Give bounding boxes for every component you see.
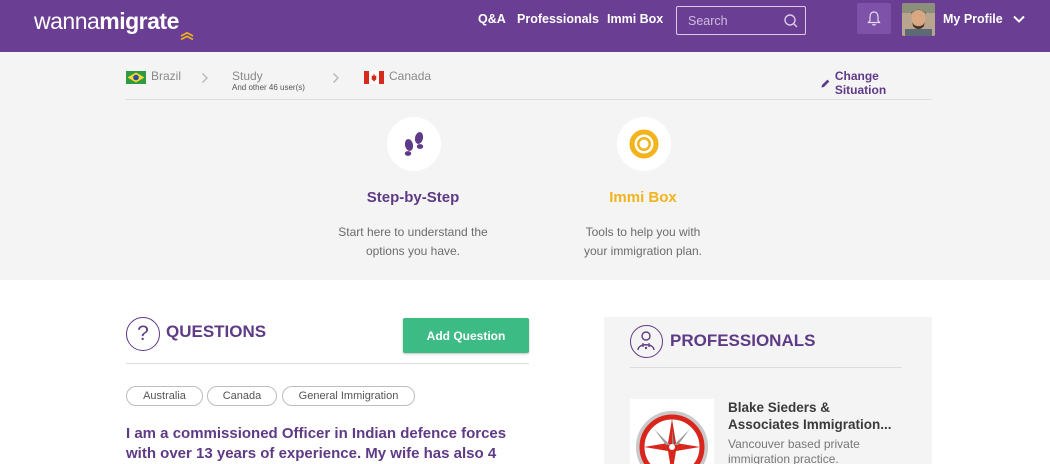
- breadcrumb: Brazil Study And other 46 user(s) Canada…: [126, 68, 932, 100]
- brazil-flag-icon: [126, 71, 146, 84]
- tag-canada[interactable]: Canada: [207, 386, 277, 406]
- professional-person-icon: [630, 325, 663, 358]
- immi-box-desc: Tools to help you with your immigration …: [583, 225, 703, 258]
- professionals-divider: [630, 367, 902, 368]
- change-situation-link[interactable]: Change Situation: [820, 69, 932, 97]
- professional-logo[interactable]: [630, 399, 714, 464]
- questions-divider: [126, 363, 529, 364]
- tag-australia[interactable]: Australia: [126, 386, 203, 406]
- step-by-step-desc: Start here to understand the options you…: [338, 225, 488, 258]
- professionals-card: PROFESSIONALS Blake Sieders & Associates…: [604, 317, 932, 464]
- pencil-icon: [821, 79, 830, 87]
- nav-immibox[interactable]: Immi Box: [607, 12, 663, 26]
- search-icon[interactable]: [783, 13, 799, 29]
- brand-part2: migrate: [99, 8, 179, 34]
- brand-logo[interactable]: wanna migrate: [34, 8, 194, 40]
- nav-professionals[interactable]: Professionals: [517, 12, 599, 26]
- origin-country[interactable]: Brazil: [151, 69, 181, 83]
- top-header: wannamigrate Q&A Professionals Immi Box: [0, 0, 1050, 52]
- chevron-down-icon[interactable]: [1012, 14, 1026, 24]
- tag-general-immigration[interactable]: General Immigration: [282, 386, 415, 406]
- step-by-step-icon-circle: [387, 117, 441, 171]
- bell-icon: [867, 11, 881, 26]
- professional-name-link[interactable]: Blake Sieders & Associates Immigration..…: [728, 399, 918, 433]
- question-title-link[interactable]: I am a commissioned Officer in Indian de…: [126, 424, 536, 464]
- professionals-heading: PROFESSIONALS: [670, 331, 816, 350]
- feature-step-by-step[interactable]: Step-by-Step Start here to understand th…: [303, 117, 523, 267]
- brand-chevron-icon: [180, 32, 194, 40]
- notifications-button[interactable]: [857, 3, 891, 34]
- footprints-icon: [404, 132, 424, 156]
- add-question-button[interactable]: Add Question: [403, 318, 529, 353]
- lifebuoy-icon: [629, 129, 659, 159]
- brand-part1: wanna: [34, 8, 100, 34]
- chevron-right-icon: [333, 73, 339, 83]
- feature-immi-box[interactable]: Immi Box Tools to help you with your imm…: [533, 117, 753, 267]
- search-input[interactable]: [677, 7, 781, 34]
- nav-qa[interactable]: Q&A: [478, 12, 506, 26]
- purpose-subtext: And other 46 user(s): [232, 83, 305, 92]
- step-by-step-title: Step-by-Step: [366, 189, 460, 206]
- destination-country[interactable]: Canada: [389, 69, 431, 83]
- chevron-right-icon: [202, 73, 208, 83]
- canada-flag-icon: [364, 71, 384, 84]
- avatar[interactable]: [902, 3, 935, 36]
- change-situation-label: Change Situation: [834, 69, 887, 97]
- my-profile-label[interactable]: My Profile: [943, 12, 1003, 26]
- immi-box-title: Immi Box: [609, 189, 677, 206]
- professional-description: Vancouver based private immigration prac…: [728, 437, 860, 464]
- situation-band: Brazil Study And other 46 user(s) Canada…: [0, 52, 1050, 280]
- search-box: [676, 6, 806, 35]
- question-mark-icon: ?: [126, 317, 160, 351]
- purpose[interactable]: Study: [232, 69, 263, 83]
- questions-heading: QUESTIONS: [166, 322, 267, 341]
- immi-box-icon-circle: [617, 117, 671, 171]
